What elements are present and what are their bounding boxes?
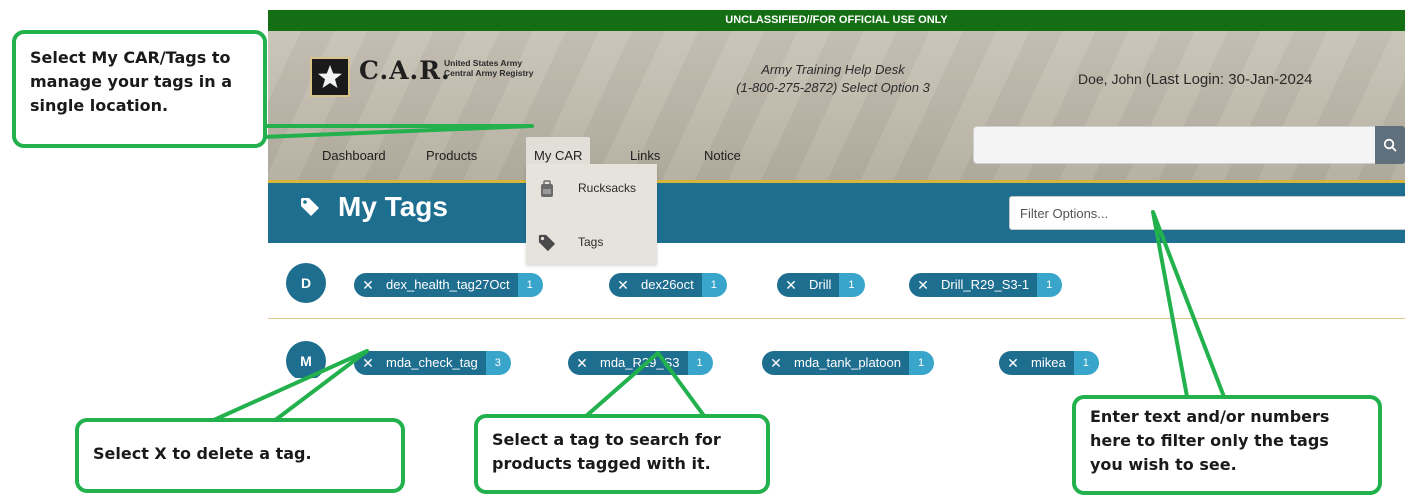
tag-chip[interactable]: ✕ dex26oct 1 bbox=[609, 273, 727, 297]
tag-count: 3 bbox=[485, 351, 511, 375]
tag-count: 1 bbox=[1073, 351, 1099, 375]
helpdesk-info: Army Training Help Desk (1-800-275-2872)… bbox=[688, 61, 978, 97]
tag-name[interactable]: dex_health_tag27Oct bbox=[382, 273, 518, 297]
group-letter-badge: M bbox=[286, 341, 326, 378]
group-letter-badge: D bbox=[286, 263, 326, 303]
tag-name[interactable]: mda_R29_S3 bbox=[596, 351, 688, 375]
tag-group-d: D ✕ dex_health_tag27Oct 1 ✕ dex26oct 1 ✕… bbox=[268, 254, 1405, 312]
car-logo-text[interactable]: C.A.R. bbox=[359, 56, 451, 85]
close-icon[interactable]: ✕ bbox=[354, 351, 382, 375]
page-title: My Tags bbox=[338, 191, 448, 222]
tag-name[interactable]: dex26oct bbox=[637, 273, 702, 297]
tag-count: 1 bbox=[839, 273, 865, 297]
rucksack-icon bbox=[541, 180, 553, 197]
logo-subtitle-line1: United States Army bbox=[444, 58, 523, 68]
menu-item-tags-label: Tags bbox=[578, 235, 604, 249]
tag-name[interactable]: mda_check_tag bbox=[382, 351, 486, 375]
user-info: Doe, John (Last Login: 30-Jan-2024 bbox=[1078, 71, 1313, 88]
tag-chip[interactable]: ✕ Drill_R29_S3-1 1 bbox=[909, 273, 1063, 297]
last-login: (Last Login: 30-Jan-2024 bbox=[1145, 71, 1313, 88]
tag-count: 1 bbox=[517, 273, 543, 297]
close-icon[interactable]: ✕ bbox=[568, 351, 596, 375]
logo-subtitle-line2: Central Army Registry bbox=[444, 68, 534, 78]
page-header-bar: My Tags Filter Options... bbox=[268, 183, 1405, 243]
search-button[interactable] bbox=[1375, 126, 1405, 164]
logo-subtitle: United States Army Central Army Registry bbox=[444, 58, 554, 78]
tag-chip[interactable]: ✕ dex_health_tag27Oct 1 bbox=[354, 273, 543, 297]
menu-item-tags[interactable]: Tags bbox=[526, 222, 657, 262]
user-name[interactable]: Doe, John bbox=[1078, 71, 1142, 87]
tag-chip[interactable]: ✕ Drill 1 bbox=[777, 273, 865, 297]
menu-item-rucksacks[interactable]: Rucksacks bbox=[526, 168, 657, 208]
tag-icon bbox=[301, 198, 319, 216]
close-icon[interactable]: ✕ bbox=[609, 273, 637, 297]
tag-group-m: M ✕ mda_check_tag 3 ✕ mda_R29_S3 1 ✕ mda… bbox=[268, 332, 1405, 378]
close-icon[interactable]: ✕ bbox=[777, 273, 805, 297]
group-divider bbox=[268, 318, 1405, 319]
helpdesk-phone: (1-800-275-2872) Select Option 3 bbox=[736, 80, 930, 95]
mycar-dropdown-menu: Rucksacks Tags bbox=[526, 164, 657, 264]
callout-search-tag: Select a tag to search for products tagg… bbox=[474, 414, 770, 494]
callout-delete-tag: Select X to delete a tag. bbox=[75, 418, 405, 493]
tag-count: 1 bbox=[908, 351, 935, 375]
car-app-window: UNCLASSIFIED//FOR OFFICIAL USE ONLY C.A.… bbox=[268, 10, 1405, 378]
nav-products[interactable]: Products bbox=[418, 137, 485, 175]
tag-chip[interactable]: ✕ mda_tank_platoon 1 bbox=[762, 351, 935, 375]
tag-name[interactable]: mda_tank_platoon bbox=[790, 351, 909, 375]
tag-count: 1 bbox=[687, 351, 713, 375]
nav-notice[interactable]: Notice bbox=[696, 137, 749, 175]
helpdesk-title: Army Training Help Desk bbox=[761, 62, 905, 77]
army-star-icon[interactable] bbox=[310, 57, 350, 97]
tag-chip[interactable]: ✕ mda_R29_S3 1 bbox=[568, 351, 713, 375]
tag-chip[interactable]: ✕ mda_check_tag 3 bbox=[354, 351, 511, 375]
callout-mycar-tags: Select My CAR/Tags to manage your tags i… bbox=[12, 30, 267, 148]
tag-name[interactable]: mikea bbox=[1027, 351, 1074, 375]
classification-banner: UNCLASSIFIED//FOR OFFICIAL USE ONLY bbox=[268, 10, 1405, 31]
callout-filter-tags: Enter text and/or numbers here to filter… bbox=[1072, 395, 1382, 495]
tag-count: 1 bbox=[701, 273, 727, 297]
page-title-wrap: My Tags bbox=[300, 191, 448, 223]
tag-name[interactable]: Drill_R29_S3-1 bbox=[937, 273, 1038, 297]
close-icon[interactable]: ✕ bbox=[909, 273, 937, 297]
search-icon bbox=[1383, 138, 1397, 152]
close-icon[interactable]: ✕ bbox=[762, 351, 790, 375]
close-icon[interactable]: ✕ bbox=[999, 351, 1027, 375]
nav-dashboard[interactable]: Dashboard bbox=[314, 137, 394, 175]
filter-input[interactable]: Filter Options... bbox=[1009, 196, 1405, 230]
menu-item-rucksacks-label: Rucksacks bbox=[578, 181, 637, 195]
search-input[interactable] bbox=[973, 126, 1377, 164]
tag-chip[interactable]: ✕ mikea 1 bbox=[999, 351, 1099, 375]
tag-count: 1 bbox=[1037, 273, 1063, 297]
tag-name[interactable]: Drill bbox=[805, 273, 840, 297]
close-icon[interactable]: ✕ bbox=[354, 273, 382, 297]
tag-icon bbox=[538, 234, 556, 252]
